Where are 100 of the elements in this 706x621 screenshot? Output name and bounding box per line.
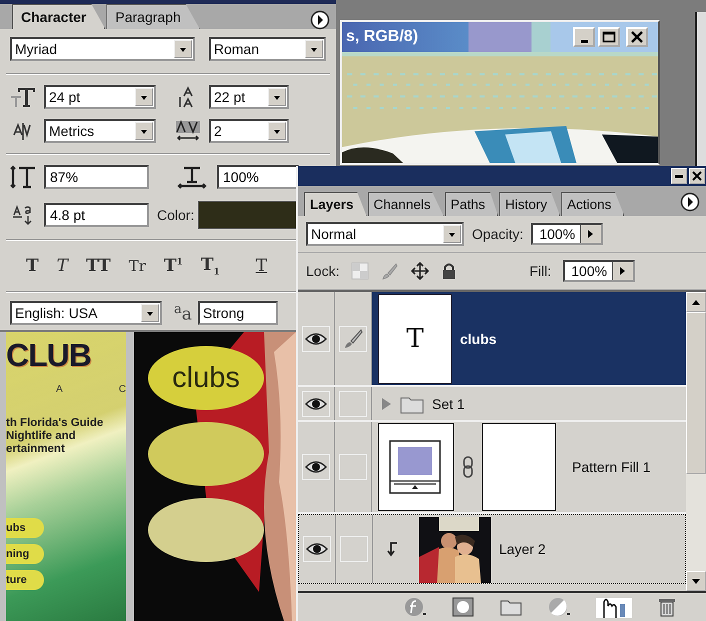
layer-mask-icon[interactable] xyxy=(452,597,474,617)
minimize-icon xyxy=(580,40,588,42)
trash-icon[interactable] xyxy=(658,597,676,617)
panel-menu-icon[interactable] xyxy=(680,192,700,212)
cover-pill: ubs xyxy=(6,518,44,538)
cover-tagline: th Florida's Guide xyxy=(6,417,104,430)
text-style-button[interactable]: T xyxy=(56,256,68,276)
text-style-button[interactable]: TT xyxy=(86,256,111,276)
antialias-icon: $^{a}$a xyxy=(174,302,192,325)
visibility-toggle[interactable] xyxy=(302,326,330,352)
link-toggle[interactable] xyxy=(339,390,367,416)
panel-menu-icon[interactable] xyxy=(310,10,330,30)
opacity-field[interactable]: 100% xyxy=(531,223,604,245)
layer-style-icon[interactable] xyxy=(404,597,426,617)
layer-thumbnail: T xyxy=(378,294,452,384)
antialias-dropdown[interactable]: Strong xyxy=(198,301,278,326)
layer-name: Pattern Fill 1 xyxy=(572,459,651,475)
caret-icon xyxy=(174,40,192,58)
text-style-button[interactable]: T xyxy=(26,256,39,276)
caret-icon xyxy=(135,122,153,140)
layer-name: Set 1 xyxy=(432,396,465,412)
eye-icon xyxy=(305,332,327,346)
link-toggle[interactable] xyxy=(340,536,368,562)
layer-row[interactable]: Layer 2 xyxy=(298,514,686,584)
horizontal-scale-field[interactable]: 100% xyxy=(217,165,299,189)
cover-letter: C xyxy=(118,384,126,395)
fill-field[interactable]: 100% xyxy=(563,260,636,282)
text-style-button[interactable]: T$_{1}$ xyxy=(200,255,220,278)
text-style-button[interactable]: Tr xyxy=(128,257,146,276)
minimize-button[interactable] xyxy=(573,27,595,47)
cover-pill: ning xyxy=(6,544,44,564)
font-family-dropdown[interactable]: Myriad xyxy=(10,37,195,61)
layer-row[interactable]: Pattern Fill 1 xyxy=(298,422,686,514)
caret-icon xyxy=(268,88,286,106)
panel-tab[interactable]: History xyxy=(499,192,560,216)
cover-tagline: ertainment xyxy=(6,443,66,456)
minimize-button[interactable] xyxy=(671,168,687,184)
opacity-label: Opacity: xyxy=(472,226,524,242)
font-style-dropdown[interactable]: Roman xyxy=(208,37,326,61)
link-toggle[interactable] xyxy=(339,326,367,352)
close-icon xyxy=(692,171,702,181)
cover-tagline: Nightlife and xyxy=(6,430,77,443)
kerning-dropdown[interactable]: Metrics xyxy=(44,119,156,143)
panel-tab[interactable]: Paths xyxy=(444,192,498,216)
visibility-toggle[interactable] xyxy=(303,536,331,562)
scrollbar-thumb[interactable] xyxy=(686,312,706,474)
blend-mode-dropdown[interactable]: Normal xyxy=(306,222,464,246)
eye-icon xyxy=(306,542,328,556)
caret-icon xyxy=(141,304,159,322)
vertical-scale-icon xyxy=(10,165,36,189)
lock-label: Lock: xyxy=(306,263,340,279)
fill-label: Fill: xyxy=(529,263,552,279)
close-button[interactable] xyxy=(626,27,648,47)
panel-tab[interactable]: Actions xyxy=(561,192,624,216)
vertical-scale-field[interactable]: 87% xyxy=(44,165,149,189)
scroll-down-button[interactable] xyxy=(686,571,706,591)
panel-tab[interactable]: Character xyxy=(12,4,106,29)
up-arrow-icon xyxy=(692,300,700,304)
close-icon xyxy=(630,31,644,43)
tracking-dropdown[interactable]: 2 xyxy=(209,119,289,143)
panel-tab[interactable]: Layers xyxy=(304,192,367,216)
leading-dropdown[interactable]: 22 pt xyxy=(209,85,289,109)
visibility-toggle[interactable] xyxy=(302,454,330,480)
panel-tab[interactable]: Paragraph xyxy=(106,4,200,29)
caret-icon xyxy=(135,88,153,106)
font-size-dropdown[interactable]: 24 pt xyxy=(44,85,156,109)
eye-icon xyxy=(305,460,327,474)
layer-name: clubs xyxy=(460,330,497,346)
minimize-icon xyxy=(675,174,683,178)
maximize-icon xyxy=(602,31,616,43)
caret-icon xyxy=(268,122,286,140)
visibility-toggle[interactable] xyxy=(302,390,330,416)
text-style-button[interactable]: T$^{1}$ xyxy=(164,256,183,276)
new-layer-button[interactable] xyxy=(596,596,632,618)
link-icon[interactable] xyxy=(462,456,474,478)
font-size-icon xyxy=(10,86,36,108)
layer-name: Layer 2 xyxy=(499,541,546,557)
cover-letter: A xyxy=(56,384,63,395)
tracking-icon xyxy=(175,120,201,142)
move-icon[interactable] xyxy=(411,262,430,280)
lock-icon[interactable] xyxy=(441,262,458,280)
eye-icon xyxy=(305,396,327,410)
text-style-button[interactable]: T xyxy=(256,256,268,276)
caret-icon xyxy=(305,40,323,58)
scroll-up-button[interactable] xyxy=(686,292,706,312)
close-button[interactable] xyxy=(689,168,705,184)
panel-tab[interactable]: Channels xyxy=(368,192,444,216)
baseline-shift-field[interactable]: 4.8 pt xyxy=(44,203,149,227)
down-arrow-icon xyxy=(692,578,700,584)
maximize-button[interactable] xyxy=(598,27,620,47)
caret-icon xyxy=(443,225,461,243)
window-title: s, RGB/8) xyxy=(346,28,418,46)
color-label: Color: xyxy=(157,207,194,223)
brush-icon xyxy=(342,328,364,350)
cover-pill: ture xyxy=(6,570,44,590)
oval-label: clubs xyxy=(172,362,240,394)
language-dropdown[interactable]: English: USA xyxy=(10,301,162,326)
horizontal-scale-icon xyxy=(175,165,209,189)
cover-logo: CLUB xyxy=(6,336,92,375)
link-toggle[interactable] xyxy=(339,454,367,480)
